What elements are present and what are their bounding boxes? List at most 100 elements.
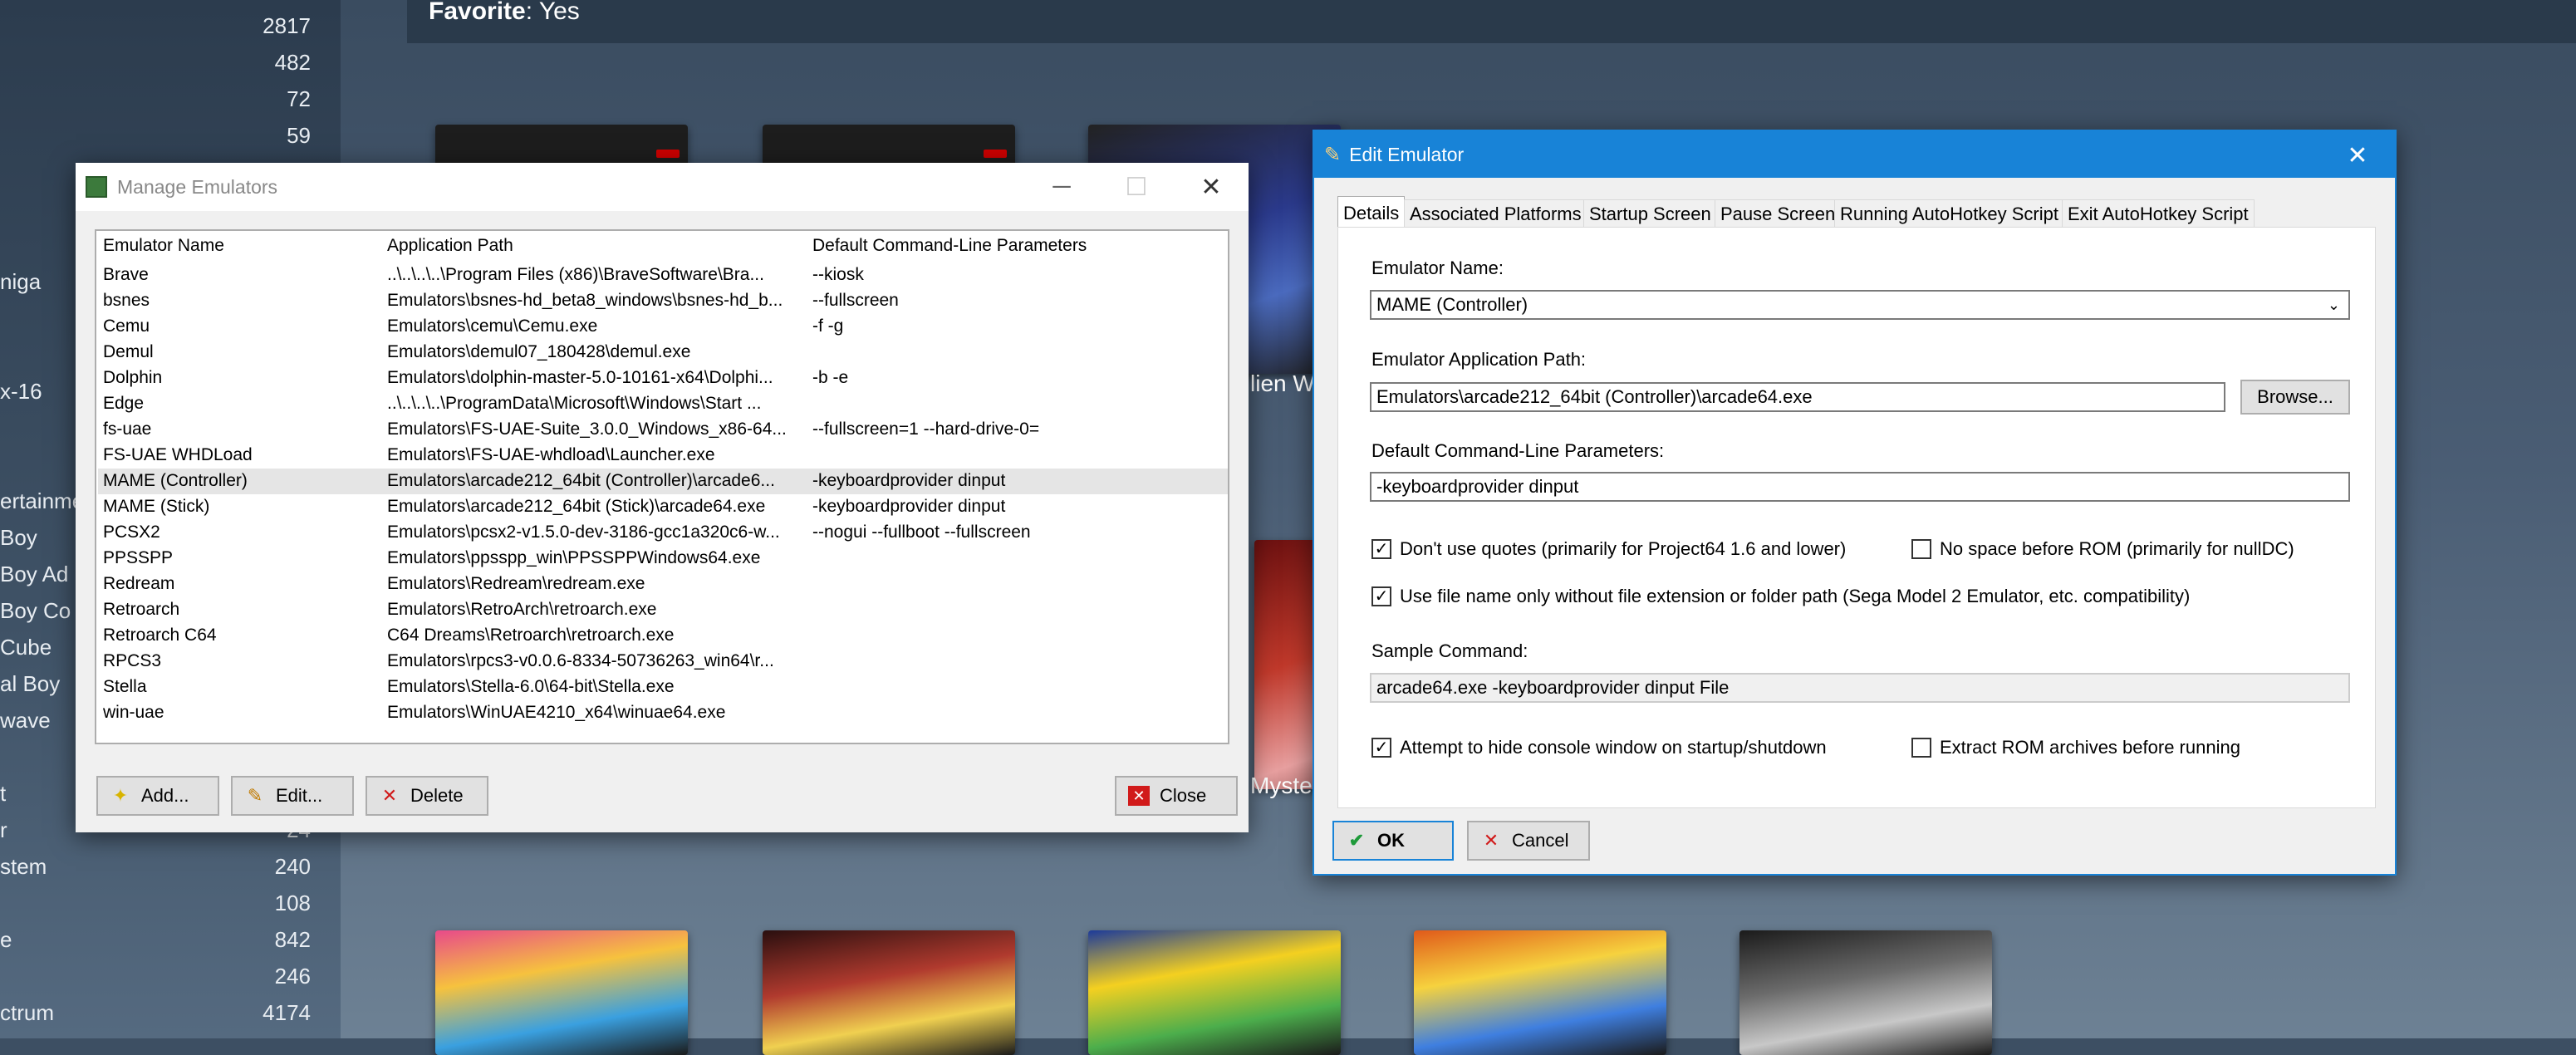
- emulator-row[interactable]: Redream Emulators\Redream\redream.exe: [98, 572, 1228, 597]
- window-close-button[interactable]: ✕: [2320, 131, 2395, 179]
- ok-button[interactable]: ✔ OK: [1332, 821, 1454, 861]
- tab-details[interactable]: Details: [1337, 196, 1406, 228]
- game-box[interactable]: [435, 930, 688, 1055]
- platform-label: Boy Co: [0, 598, 71, 623]
- platform-label: ctrum: [0, 1000, 54, 1025]
- emulator-row[interactable]: FS-UAE WHDLoad Emulators\FS-UAE-whdload\L…: [98, 443, 1228, 469]
- emulator-row[interactable]: win-uae Emulators\WinUAE4210_x64\winuae64…: [98, 700, 1228, 726]
- hide-console-label: Attempt to hide console window on startu…: [1400, 737, 1827, 758]
- extract-archives-checkbox[interactable]: [1911, 738, 1931, 758]
- game-title-partial: Myster: [1250, 773, 1320, 798]
- minimize-button[interactable]: ─: [1024, 163, 1099, 211]
- emulator-row[interactable]: RPCS3 Emulators\rpcs3-v0.0.6-8334-5073626…: [98, 649, 1228, 675]
- emulator-row[interactable]: bsnes Emulators\bsnes-hd_beta8_windows\bs…: [98, 288, 1228, 314]
- star-icon: ✦: [112, 785, 129, 806]
- emulator-row[interactable]: fs-uae Emulators\FS-UAE-Suite_3.0.0_Windo…: [98, 417, 1228, 443]
- browse-button[interactable]: Browse...: [2240, 380, 2350, 415]
- x-icon: ✕: [1483, 830, 1499, 851]
- emulator-name-cell: Dolphin: [103, 368, 163, 387]
- platform-count: 59: [287, 123, 311, 148]
- tab-pause-screen[interactable]: Pause Screen: [1715, 199, 1842, 228]
- emulator-params-cell: --nogui --fullboot --fullscreen: [812, 523, 1031, 542]
- sample-command-field: arcade64.exe -keyboardprovider dinput Fi…: [1370, 673, 2350, 703]
- emulator-row[interactable]: MAME (Stick) Emulators\arcade212_64bit (S…: [98, 494, 1228, 520]
- emulator-row[interactable]: Retroarch Emulators\RetroArch\retroarch.e…: [98, 597, 1228, 623]
- emulator-name-cell: bsnes: [103, 291, 150, 310]
- emulator-row[interactable]: PPSSPP Emulators\ppsspp_win\PPSSPPWindows…: [98, 546, 1228, 572]
- emulator-path-cell: Emulators\FS-UAE-Suite_3.0.0_Windows_x86…: [387, 420, 787, 439]
- edit-button[interactable]: ✎ Edit...: [231, 776, 354, 816]
- edit-emulator-window: ✎ Edit Emulator ✕ Details Associated Pla…: [1313, 130, 2397, 876]
- emulator-row[interactable]: Brave ..\..\..\..\Program Files (x86)\Bra…: [98, 263, 1228, 288]
- chevron-down-icon: ⌄: [2327, 297, 2340, 313]
- emulator-name-cell: Edge: [103, 394, 145, 413]
- tab-exit-autohotkey[interactable]: Exit AutoHotkey Script: [2062, 199, 2255, 228]
- emulator-row[interactable]: Dolphin Emulators\dolphin-master-5.0-1016…: [98, 366, 1228, 391]
- favorite-label: Favorite: [429, 0, 526, 25]
- manage-emulators-window: Manage Emulators ─ ☐ ✕ Emulator Name App…: [76, 163, 1249, 832]
- emulator-params-cell: --kiosk: [812, 265, 864, 284]
- emulator-path-cell: ..\..\..\..\Program Files (x86)\BraveSof…: [387, 265, 764, 284]
- column-header-name[interactable]: Emulator Name: [103, 236, 224, 256]
- emulator-name-cell: PCSX2: [103, 523, 160, 542]
- close-button[interactable]: ✕ Close: [1115, 776, 1238, 816]
- emulator-row[interactable]: MAME (Controller) Emulators\arcade212_64b…: [98, 469, 1228, 494]
- game-box[interactable]: [1414, 930, 1666, 1055]
- emulator-params-cell: -keyboardprovider dinput: [812, 497, 1006, 516]
- emulator-row[interactable]: Cemu Emulators\cemu\Cemu.exe -f -g: [98, 314, 1228, 340]
- emulator-name-cell: Redream: [103, 574, 175, 593]
- emulator-row[interactable]: Edge ..\..\..\..\ProgramData\Microsoft\Wi…: [98, 391, 1228, 417]
- emulator-row[interactable]: Demul Emulators\demul07_180428\demul.exe: [98, 340, 1228, 366]
- add-button[interactable]: ✦ Add...: [96, 776, 219, 816]
- column-header-path[interactable]: Application Path: [387, 236, 513, 256]
- edit-button-label: Edit...: [276, 785, 323, 806]
- emulator-params-cell: --fullscreen=1 --hard-drive-0=: [812, 420, 1040, 439]
- window-close-button[interactable]: ✕: [1174, 163, 1249, 211]
- emulator-name-cell: Retroarch: [103, 600, 180, 619]
- emulator-path-cell: Emulators\dolphin-master-5.0-10161-x64\D…: [387, 368, 773, 387]
- params-input[interactable]: -keyboardprovider dinput: [1370, 472, 2350, 502]
- emulator-path-cell: Emulators\Redream\redream.exe: [387, 574, 645, 593]
- emulator-name-cell: Stella: [103, 677, 147, 696]
- hide-console-checkbox[interactable]: ✓: [1371, 738, 1391, 758]
- emulator-list[interactable]: Emulator Name Application Path Default C…: [95, 229, 1229, 744]
- emulator-row[interactable]: Stella Emulators\Stella-6.0\64-bit\Stella…: [98, 675, 1228, 700]
- game-box[interactable]: [1739, 930, 1992, 1055]
- dont-use-quotes-checkbox[interactable]: ✓: [1371, 539, 1391, 559]
- application-path-input[interactable]: Emulators\arcade212_64bit (Controller)\a…: [1370, 382, 2225, 412]
- platform-count: 482: [274, 50, 311, 75]
- emulator-params-cell: --fullscreen: [812, 291, 899, 310]
- platform-label: wave: [0, 708, 51, 733]
- emulator-name-cell: Brave: [103, 265, 149, 284]
- emulator-name-cell: FS-UAE WHDLoad: [103, 445, 253, 464]
- close-x-icon: ✕: [1128, 786, 1150, 806]
- edit-titlebar[interactable]: ✎ Edit Emulator ✕: [1314, 131, 2395, 178]
- delete-button[interactable]: ✕ Delete: [366, 776, 488, 816]
- platform-count: 108: [274, 891, 311, 915]
- tab-running-autohotkey[interactable]: Running AutoHotkey Script: [1834, 199, 2064, 228]
- add-button-label: Add...: [141, 785, 189, 806]
- manage-titlebar[interactable]: Manage Emulators ─ ☐ ✕: [76, 163, 1249, 211]
- platform-label: t: [0, 781, 7, 806]
- ok-button-label: OK: [1377, 830, 1405, 851]
- game-box[interactable]: [1088, 930, 1341, 1055]
- close-button-label: Close: [1160, 785, 1207, 806]
- emulator-name-dropdown[interactable]: MAME (Controller) ⌄: [1370, 290, 2350, 320]
- column-header-params[interactable]: Default Command-Line Parameters: [812, 236, 1087, 256]
- emulator-path-cell: Emulators\arcade212_64bit (Controller)\a…: [387, 471, 775, 490]
- emulator-path-cell: Emulators\bsnes-hd_beta8_windows\bsnes-h…: [387, 291, 783, 310]
- emulator-params-cell: -b -e: [812, 368, 849, 387]
- maximize-button[interactable]: ☐: [1099, 163, 1174, 211]
- platform-label: Boy Ad: [0, 562, 69, 586]
- emulator-name-cell: fs-uae: [103, 420, 152, 439]
- platform-count: 246: [274, 964, 311, 989]
- emulator-row[interactable]: PCSX2 Emulators\pcsx2-v1.5.0-dev-3186-gcc…: [98, 520, 1228, 546]
- cancel-button[interactable]: ✕ Cancel: [1467, 821, 1590, 861]
- game-box[interactable]: [763, 930, 1015, 1055]
- no-space-checkbox[interactable]: [1911, 539, 1931, 559]
- emulator-name-value: MAME (Controller): [1376, 294, 1528, 315]
- emulator-row[interactable]: Retroarch C64 C64 Dreams\Retroarch\retroa…: [98, 623, 1228, 649]
- tab-startup-screen[interactable]: Startup Screen: [1583, 199, 1717, 228]
- file-name-only-checkbox[interactable]: ✓: [1371, 586, 1391, 606]
- tab-associated-platforms[interactable]: Associated Platforms: [1404, 199, 1587, 228]
